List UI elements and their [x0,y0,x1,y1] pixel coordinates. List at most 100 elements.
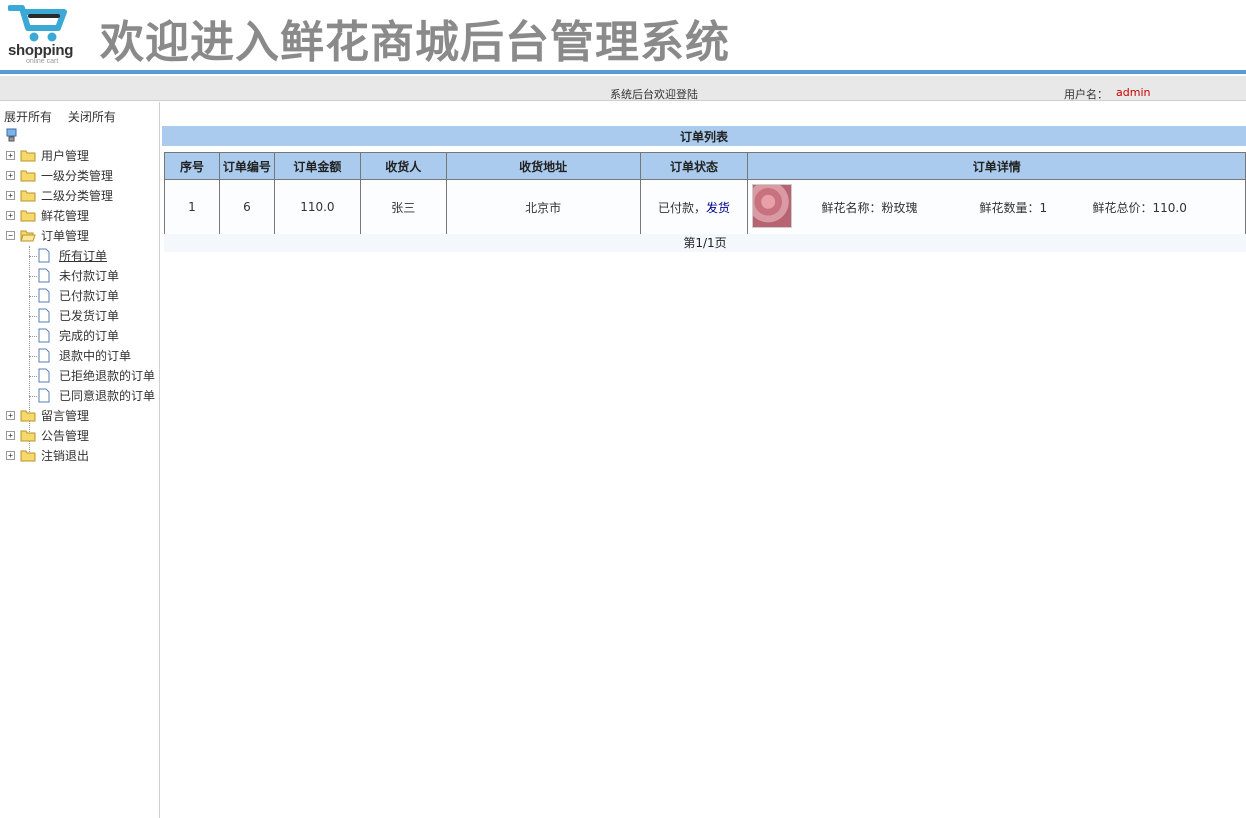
page-icon [38,368,50,383]
sidebar-item-label: 已同意退款的订单 [59,389,156,403]
column-header-amount: 订单金额 [273,152,361,180]
tree-branch-line [29,396,37,397]
column-header-receiver: 收货人 [359,152,447,180]
info-bar: 系统后台欢迎登陆 用户名： admin [0,76,1246,101]
column-header-address: 收货地址 [445,152,641,180]
sidebar-item-logout[interactable]: + 注销退出 [0,446,159,466]
tree-branch-line [29,336,37,337]
sidebar-item-label: 订单管理 [41,229,90,243]
expand-toggle-icon[interactable]: + [6,171,15,180]
page-icon [38,268,50,283]
tree-branch-line [29,276,37,277]
sidebar-item-message-management[interactable]: + 留言管理 [0,406,159,426]
column-header-order-no: 订单编号 [218,152,275,180]
sidebar-item-refund-rejected-orders[interactable]: 已拒绝退款的订单 [0,366,159,386]
sidebar-item-label: 公告管理 [41,429,90,443]
logo-subtext: online cart [26,58,59,65]
page-icon [38,348,50,363]
folder-icon [20,170,36,182]
sidebar-item-order-management[interactable]: − 订单管理 [0,226,159,246]
cell-index: 1 [164,179,220,235]
sidebar-item-label: 一级分类管理 [41,169,114,183]
detail-flower-total: 鲜花总价：110.0 [1092,201,1187,215]
nav-tree: + 用户管理 + 一级分类管理 + 二级分类管理 + 鲜花管理 − 订单管理 所… [0,146,159,466]
sidebar-item-label: 鲜花管理 [41,209,90,223]
sidebar-item-flower-management[interactable]: + 鲜花管理 [0,206,159,226]
sidebar-item-refunding-orders[interactable]: 退款中的订单 [0,346,159,366]
sidebar-item-label: 注销退出 [41,449,90,463]
tree-branch-line [29,316,37,317]
computer-root-icon [6,128,17,142]
cell-status: 已付款，发货 [639,179,749,235]
sidebar-item-all-orders[interactable]: 所有订单 [0,246,159,266]
sidebar-item-refund-approved-orders[interactable]: 已同意退款的订单 [0,386,159,406]
page-icon [38,248,50,263]
tree-branch-line [29,256,37,257]
cell-amount: 110.0 [273,179,361,235]
expand-toggle-icon[interactable]: + [6,451,15,460]
shopping-cart-logo: shopping online cart [6,2,78,66]
column-header-status: 订单状态 [639,152,749,180]
site-title: 欢迎进入鲜花商城后台管理系统 [100,17,730,68]
main-content: 订单列表 序号 订单编号 订单金额 收货人 收货地址 订单状态 订单详情 1 6… [162,102,1246,818]
expand-toggle-icon[interactable]: + [6,211,15,220]
cell-receiver: 张三 [359,179,447,235]
ship-link[interactable]: 发货 [706,201,730,215]
flower-thumbnail[interactable] [752,184,793,228]
sidebar-item-user-management[interactable]: + 用户管理 [0,146,159,166]
folder-icon [20,210,36,222]
order-list-title: 订单列表 [162,126,1246,146]
collapse-toggle-icon[interactable]: − [6,231,15,240]
collapse-all-link[interactable]: 关闭所有 [68,110,116,124]
cell-detail: 鲜花名称：粉玫瑰 鲜花数量：1 鲜花总价：110.0 [747,179,1246,235]
tree-branch-line [29,296,37,297]
order-table: 序号 订单编号 订单金额 收货人 收货地址 订单状态 订单详情 1 6 110.… [164,152,1246,235]
welcome-text: 系统后台欢迎登陆 [610,88,698,101]
logo-text: shopping [8,42,74,59]
sidebar-item-label: 完成的订单 [59,329,120,343]
column-header-detail: 订单详情 [747,152,1246,180]
expand-toggle-icon[interactable]: + [6,411,15,420]
detail-flower-quantity: 鲜花数量：1 [979,201,1048,215]
cart-logo-icon [8,5,67,42]
folder-icon [20,190,36,202]
folder-icon [20,410,36,422]
expand-all-link[interactable]: 展开所有 [4,110,52,124]
sidebar-item-label: 留言管理 [41,409,90,423]
page-icon [38,328,50,343]
folder-icon [20,430,36,442]
sidebar-item-category-level1[interactable]: + 一级分类管理 [0,166,159,186]
expand-toggle-icon[interactable]: + [6,151,15,160]
sidebar-item-unpaid-orders[interactable]: 未付款订单 [0,266,159,286]
expand-toggle-icon[interactable]: + [6,431,15,440]
detail-flower-name: 鲜花名称：粉玫瑰 [821,201,918,215]
tree-actions: 展开所有 关闭所有 [4,108,128,125]
tree-branch-line [29,356,37,357]
header-divider [0,70,1246,74]
sidebar-item-paid-orders[interactable]: 已付款订单 [0,286,159,306]
tree-branch-line [29,376,37,377]
sidebar-item-label: 已付款订单 [59,289,120,303]
folder-icon [20,150,36,162]
column-header-index: 序号 [164,152,220,180]
sidebar-item-notice-management[interactable]: + 公告管理 [0,426,159,446]
open-folder-icon [20,230,36,242]
sidebar-item-category-level2[interactable]: + 二级分类管理 [0,186,159,206]
page-icon [38,308,50,323]
folder-icon [20,450,36,462]
table-header-row: 序号 订单编号 订单金额 收货人 收货地址 订单状态 订单详情 [164,152,1246,180]
username-label: 用户名： [1064,88,1108,101]
sidebar-item-shipped-orders[interactable]: 已发货订单 [0,306,159,326]
sidebar-item-label: 退款中的订单 [59,349,132,363]
page-icon [38,388,50,403]
sidebar-item-completed-orders[interactable]: 完成的订单 [0,326,159,346]
expand-toggle-icon[interactable]: + [6,191,15,200]
sidebar-item-label: 未付款订单 [59,269,120,283]
page-icon [38,288,50,303]
sidebar: 展开所有 关闭所有 + 用户管理 + 一级分类管理 + 二级分类管理 + 鲜花管… [0,102,160,818]
sidebar-item-label: 二级分类管理 [41,189,114,203]
sidebar-item-label: 所有订单 [59,249,108,263]
cell-address: 北京市 [445,179,641,235]
username-value: admin [1116,86,1151,99]
header: shopping online cart 欢迎进入鲜花商城后台管理系统 [0,0,1246,70]
